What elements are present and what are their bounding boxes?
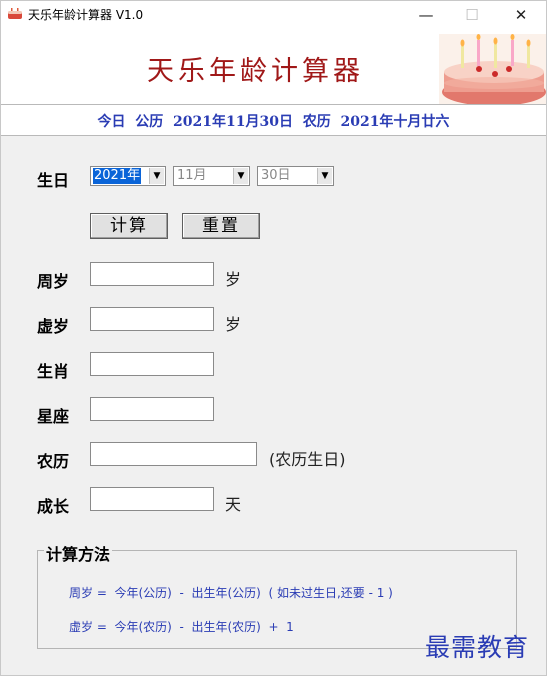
cake-app-icon	[8, 8, 22, 19]
banner-title: 天乐年龄计算器	[147, 56, 364, 87]
constellation-field[interactable]	[90, 397, 214, 421]
title-bar: 天乐年龄计算器 V1.0 — ☐ ✕	[1, 1, 546, 28]
watermark: 最需教育	[425, 633, 530, 662]
maximize-icon: ☐	[465, 5, 479, 24]
app-window: 天乐年龄计算器 V1.0 — ☐ ✕ 天乐年龄计算器 今日 公历 2021年11…	[0, 0, 547, 676]
year-dropdown-arrow-icon[interactable]: ▼	[149, 168, 164, 184]
zhousui-formula: 周岁 = 今年(公历) - 出生年(公历) ( 如未过生日,还要 - 1 )	[69, 586, 393, 600]
maximize-button[interactable]: ☐	[449, 1, 495, 28]
close-button[interactable]: ✕	[498, 1, 544, 28]
constellation-label: 星座	[37, 407, 70, 426]
growth-label: 成长	[37, 497, 70, 516]
minimize-icon: —	[418, 5, 434, 24]
zhousui-unit: 岁	[225, 270, 242, 289]
lunar-birthday-note: (农历生日)	[269, 450, 346, 469]
day-select-value: 30日	[261, 168, 291, 183]
xusui-label: 虚岁	[37, 317, 70, 336]
year-select-value: 2021年	[93, 168, 142, 184]
growth-unit: 天	[225, 495, 242, 514]
month-select-value: 11月	[177, 168, 207, 183]
calculation-method-title: 计算方法	[44, 541, 113, 565]
year-select[interactable]: 2021年 ▼	[90, 166, 166, 186]
day-select[interactable]: 30日 ▼	[257, 166, 334, 186]
today-date-text: 今日 公历 2021年11月30日 农历 2021年十月廿六	[97, 114, 450, 130]
growth-days-field[interactable]	[90, 487, 214, 511]
zhousui-field[interactable]	[90, 262, 214, 286]
zodiac-label: 生肖	[37, 362, 70, 381]
today-date-bar: 今日 公历 2021年11月30日 农历 2021年十月廿六	[1, 105, 546, 136]
banner: 天乐年龄计算器	[1, 28, 546, 105]
lunar-birthday-field[interactable]	[90, 442, 257, 466]
zodiac-field[interactable]	[90, 352, 214, 376]
xusui-unit: 岁	[225, 315, 242, 334]
window-title: 天乐年龄计算器 V1.0	[28, 8, 144, 22]
month-select[interactable]: 11月 ▼	[173, 166, 250, 186]
day-dropdown-arrow-icon[interactable]: ▼	[317, 168, 332, 184]
month-dropdown-arrow-icon[interactable]: ▼	[233, 168, 248, 184]
close-icon: ✕	[514, 5, 528, 24]
minimize-button[interactable]: —	[403, 1, 449, 28]
birthday-label: 生日	[37, 171, 70, 190]
birthday-cake-image	[439, 34, 546, 104]
xusui-field[interactable]	[90, 307, 214, 331]
xusui-formula: 虚岁 = 今年(农历) - 出生年(农历) + 1	[69, 620, 294, 634]
reset-button[interactable]: 重置	[182, 213, 260, 239]
lunar-birthday-label: 农历	[37, 452, 70, 471]
zhousui-label: 周岁	[37, 272, 70, 291]
calculate-button[interactable]: 计算	[90, 213, 168, 239]
